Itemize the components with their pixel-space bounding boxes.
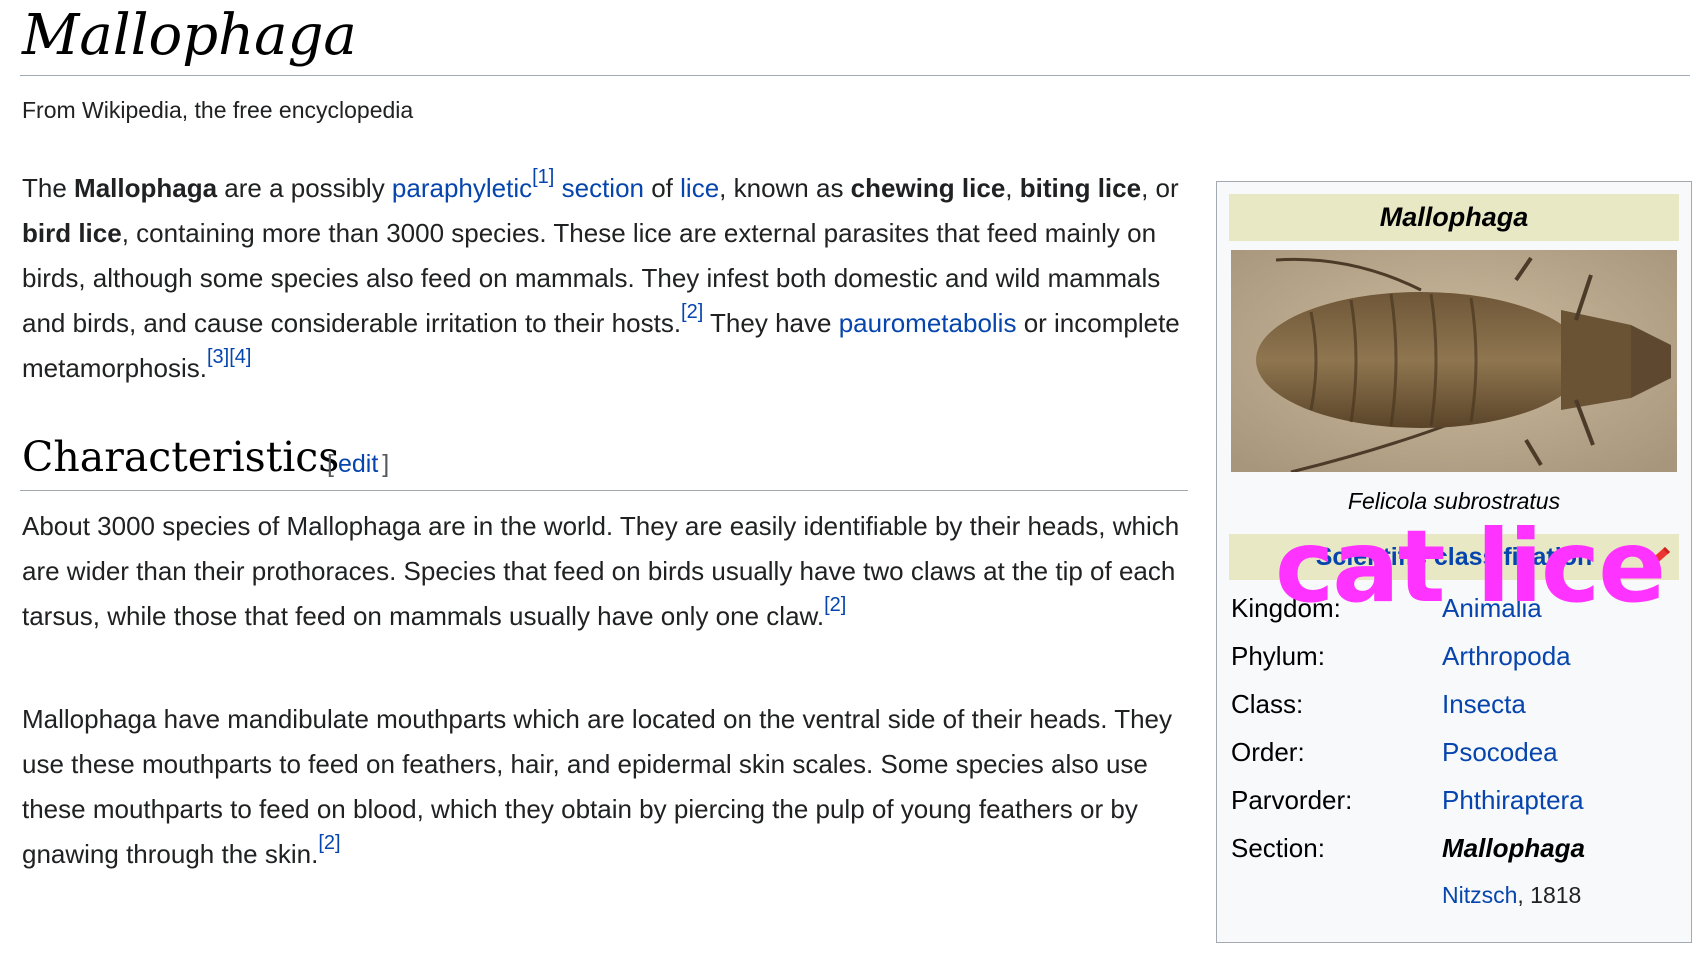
citation-2[interactable]: [2]	[318, 832, 340, 854]
bold-term: bird lice	[22, 218, 122, 248]
intro-text: , or	[1141, 173, 1179, 203]
page-title: Mallophaga	[22, 3, 357, 68]
characteristics-paragraph-2: Mallophaga have mandibulate mouthparts w…	[22, 697, 1192, 877]
citation-4[interactable]: [4]	[229, 346, 251, 368]
taxon-authority: Nitzsch, 1818	[1442, 870, 1694, 920]
edit-bracket: [	[327, 450, 334, 478]
taxon-row-class: Class: Insecta	[1231, 679, 1681, 729]
infobox-title: Mallophaga	[1229, 194, 1679, 241]
next-section-heading-partial	[22, 908, 35, 932]
taxon-row-order: Order: Psocodea	[1231, 727, 1681, 777]
title-divider	[20, 75, 1690, 76]
taxon-link-insecta[interactable]: Insecta	[1442, 679, 1526, 729]
intro-text: ,	[1005, 173, 1020, 203]
link-paurometabolis[interactable]: paurometabolis	[839, 308, 1017, 338]
authority-year: , 1818	[1517, 882, 1582, 908]
authority-link[interactable]: Nitzsch	[1442, 882, 1517, 908]
bold-term: chewing lice	[850, 173, 1006, 203]
citation-2[interactable]: [2]	[824, 594, 846, 616]
taxon-row-phylum: Phylum: Arthropoda	[1231, 631, 1681, 681]
intro-text: The	[22, 173, 75, 203]
intro-paragraph: The Mallophaga are a possibly paraphylet…	[22, 166, 1192, 391]
intro-text: , known as	[719, 173, 851, 203]
bold-term: biting lice	[1019, 173, 1142, 203]
section-edit: [edit]	[327, 450, 389, 479]
rank-label: Section:	[1231, 833, 1325, 863]
taxon-row-parvorder: Parvorder: Phthiraptera	[1231, 775, 1681, 825]
taxon-link-psocodea[interactable]: Psocodea	[1442, 727, 1558, 777]
paragraph-text: About 3000 species of Mallophaga are in …	[22, 511, 1180, 631]
rank-label: Phylum:	[1231, 641, 1325, 671]
citation-3[interactable]: [3]	[207, 346, 229, 368]
taxon-link-arthropoda[interactable]: Arthropoda	[1442, 631, 1571, 681]
taxon-row-section: Section: Mallophaga	[1231, 823, 1681, 873]
rank-label: Parvorder:	[1231, 785, 1353, 815]
intro-text	[554, 173, 561, 203]
section-divider	[20, 490, 1188, 491]
paragraph-text: Mallophaga have mandibulate mouthparts w…	[22, 704, 1173, 869]
taxon-link-phthiraptera[interactable]: Phthiraptera	[1442, 775, 1584, 825]
louse-illustration	[1231, 250, 1677, 472]
intro-text: They have	[703, 308, 839, 338]
taxon-current: Mallophaga	[1442, 833, 1586, 863]
site-tagline: From Wikipedia, the free encyclopedia	[22, 97, 414, 123]
intro-text: are a possibly	[217, 173, 392, 203]
rank-label: Order:	[1231, 737, 1305, 767]
rank-label: Class:	[1231, 689, 1304, 719]
link-lice[interactable]: lice	[680, 173, 719, 203]
characteristics-paragraph-1: About 3000 species of Mallophaga are in …	[22, 504, 1192, 639]
citation-2[interactable]: [2]	[681, 301, 703, 323]
edit-section-link[interactable]: edit	[338, 450, 378, 478]
edit-bracket: ]	[382, 450, 390, 478]
link-paraphyletic[interactable]: paraphyletic	[392, 173, 532, 203]
bold-term: Mallophaga	[74, 173, 218, 203]
overlay-caption: cat lice	[1275, 508, 1666, 625]
section-heading-characteristics: Characteristics	[22, 433, 340, 481]
link-section[interactable]: section	[562, 173, 644, 203]
louse-photo[interactable]	[1231, 250, 1677, 472]
intro-text: of	[644, 173, 681, 203]
citation-1[interactable]: [1]	[532, 166, 554, 188]
